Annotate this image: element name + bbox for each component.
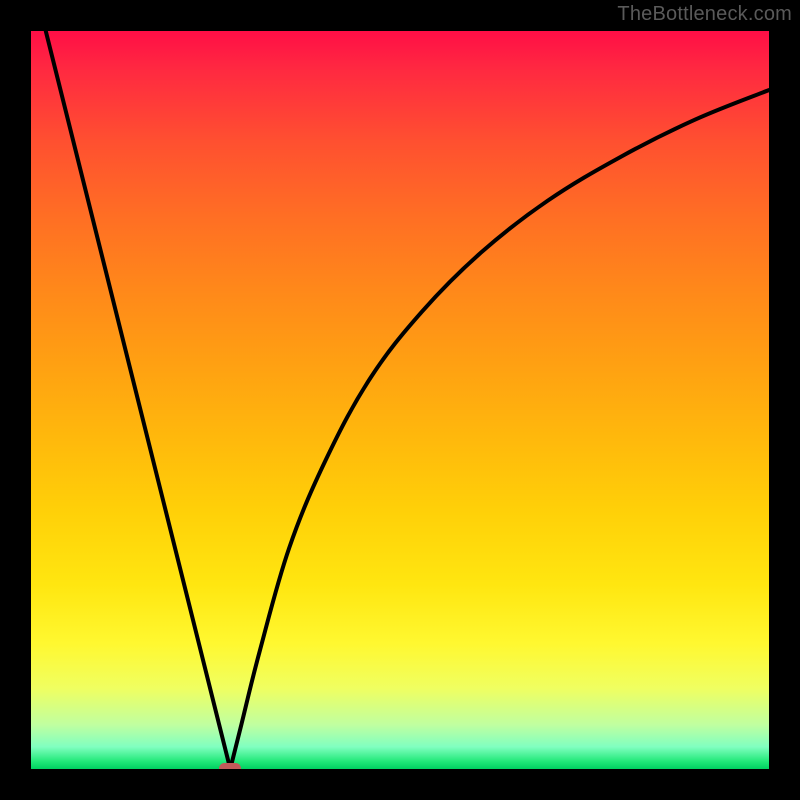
chart-frame: TheBottleneck.com — [0, 0, 800, 800]
optimal-marker — [219, 763, 241, 770]
plot-area — [31, 31, 769, 769]
attribution-text: TheBottleneck.com — [617, 3, 792, 26]
bottleneck-curve — [31, 31, 769, 769]
